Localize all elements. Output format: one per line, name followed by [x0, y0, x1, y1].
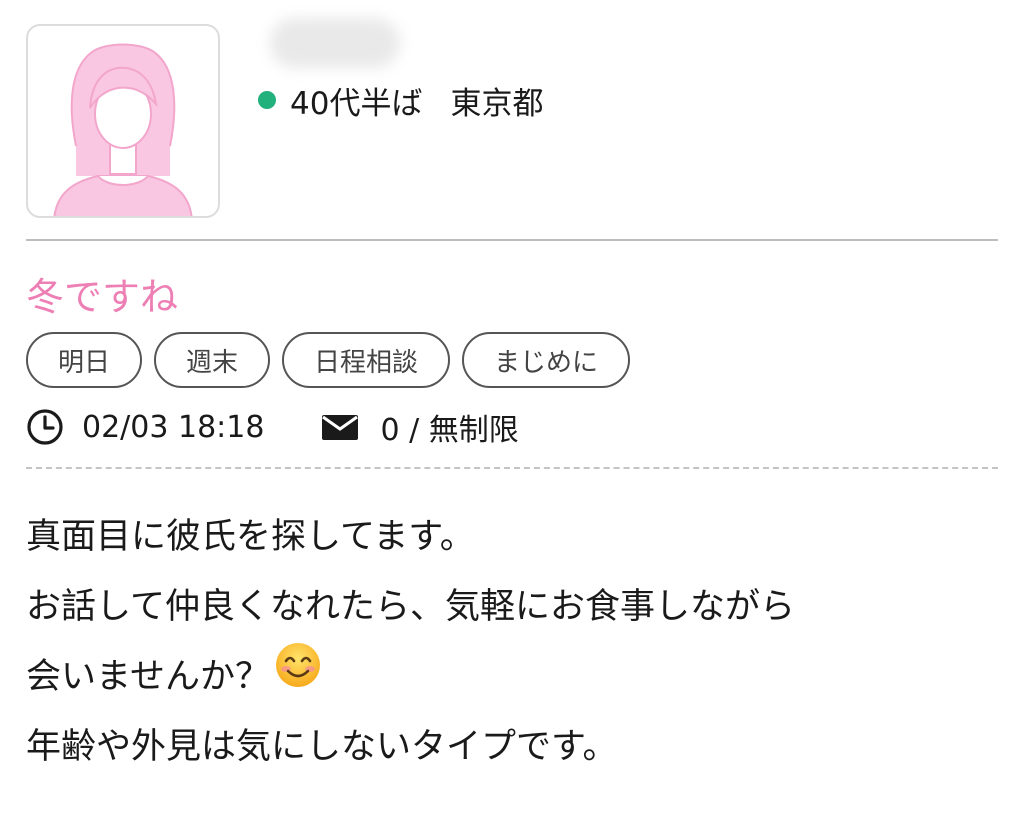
body-line: 真面目に彼氏を探してます。: [26, 517, 475, 557]
clock-icon: [26, 408, 64, 446]
female-silhouette-icon: [53, 43, 193, 216]
post-stats: 02/03 18:18 0 / 無制限: [26, 402, 519, 452]
blurred-username: [270, 18, 400, 68]
tag-item[interactable]: 日程相談: [282, 332, 451, 388]
body-line-with-emoji: 会いませんか？: [26, 642, 998, 712]
profile-meta: 40代半ば 東京都: [258, 78, 543, 122]
tag-item[interactable]: 明日: [26, 332, 143, 388]
body-line: 年齢や外見は気にしないタイプです。: [26, 727, 618, 767]
post-title: 冬ですね: [26, 275, 179, 319]
tag-list: 明日 週末 日程相談 まじめに: [26, 332, 631, 388]
smiling-face-emoji: [274, 641, 322, 713]
tag-item[interactable]: まじめに: [462, 332, 631, 388]
body-line-text: 会いませんか？: [26, 657, 270, 697]
envelope-icon: [320, 412, 360, 442]
tag-item[interactable]: 週末: [154, 332, 271, 388]
body-line: お話して仲良くなれたら、気軽にお食事しながら: [26, 587, 795, 627]
content-divider: [26, 467, 998, 469]
post-body: 真面目に彼氏を探してます。 お話して仲良くなれたら、気軽にお食事しながら 会いま…: [26, 502, 998, 782]
header-divider: [26, 239, 998, 241]
post-timestamp: 02/03 18:18: [82, 409, 265, 445]
avatar[interactable]: [26, 24, 220, 218]
age-label: 40代半ば: [290, 85, 423, 122]
location-label: 東京都: [450, 85, 544, 122]
online-status-dot: [258, 91, 276, 109]
message-count: 0 / 無制限: [380, 413, 519, 448]
